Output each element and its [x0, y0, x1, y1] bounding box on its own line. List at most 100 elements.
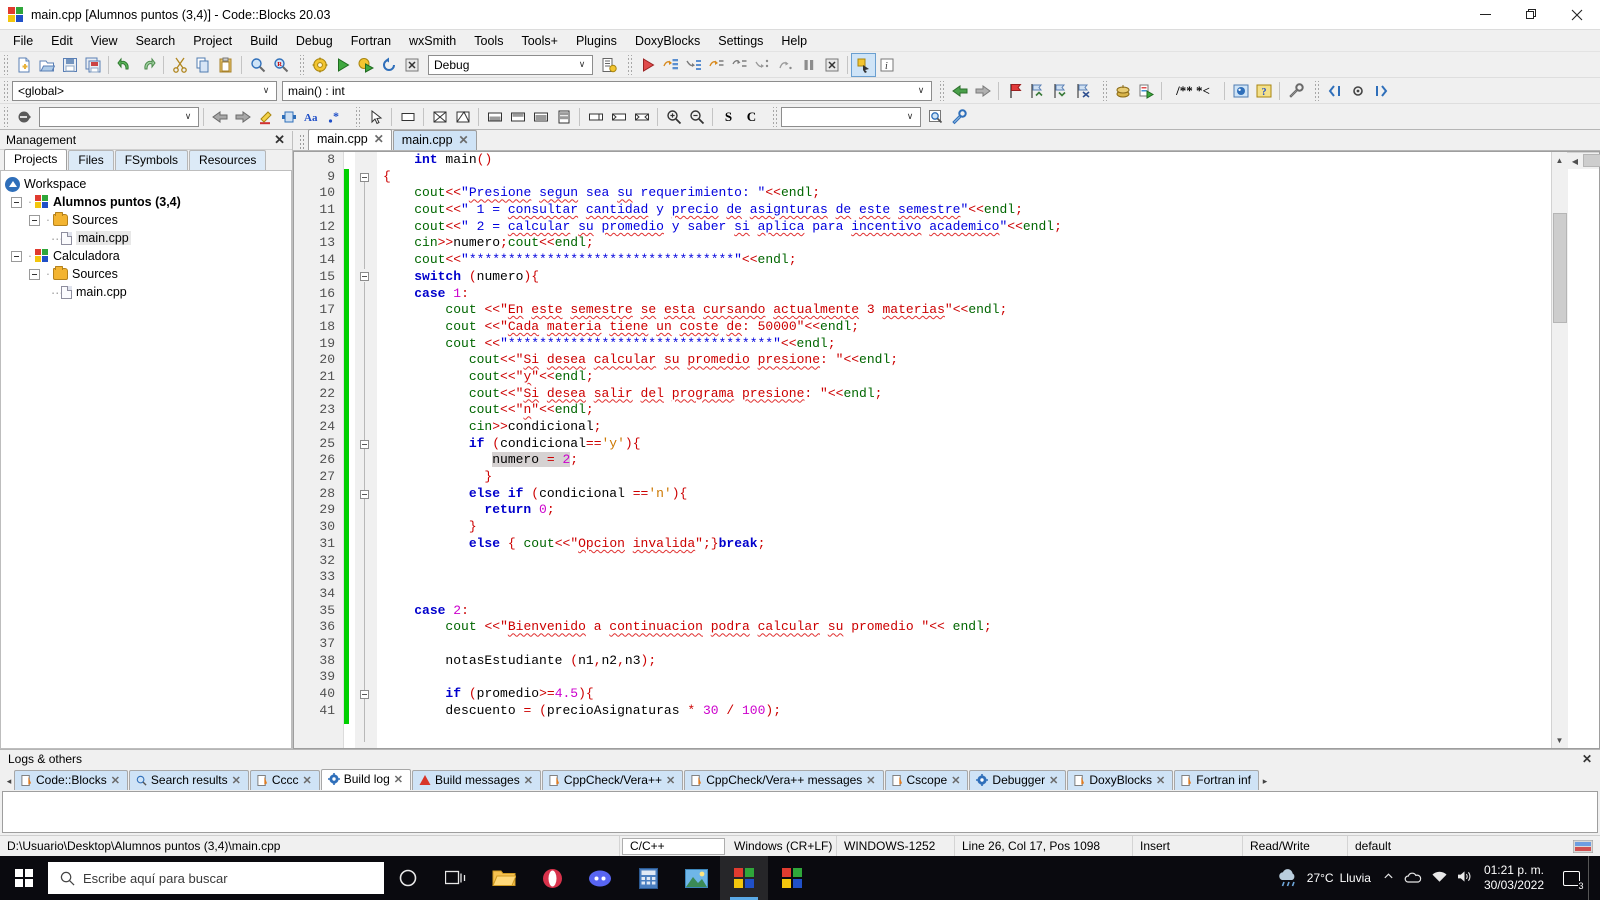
tree-item-main-cpp-2[interactable]: ⋯ main.cpp	[5, 283, 291, 301]
toggle-bookmark-icon[interactable]	[1003, 80, 1026, 102]
log-tab-cppcheck-vera-messages[interactable]: CppCheck/Vera++ messages ✕	[684, 770, 884, 790]
toolbar-grip[interactable]	[2, 80, 9, 101]
code-text[interactable]: int main() { cout<<"Presione segun sea s…	[377, 152, 1551, 748]
menu-debug[interactable]: Debug	[287, 32, 342, 50]
menu-tools-plus[interactable]: Tools+	[512, 32, 566, 50]
paste-icon[interactable]	[214, 54, 237, 76]
close-icon[interactable]: ✕	[374, 132, 384, 146]
scroll-track[interactable]	[1551, 168, 1568, 732]
zoom-out-icon[interactable]	[685, 106, 708, 128]
box-sizer-h-icon[interactable]	[483, 106, 506, 128]
minimize-button[interactable]	[1462, 0, 1508, 30]
help-icon[interactable]: ?	[1252, 80, 1275, 102]
step-into-instruction-icon[interactable]	[751, 54, 774, 76]
volume-icon[interactable]	[1457, 870, 1472, 886]
rebuild-icon[interactable]	[377, 54, 400, 76]
menu-tools[interactable]: Tools	[465, 32, 512, 50]
next-match-icon[interactable]	[231, 106, 254, 128]
tree-item-alumnos-puntos[interactable]: · Alumnos puntos (3,4)	[5, 193, 291, 211]
tree-item-sources-1[interactable]: · Sources	[5, 211, 291, 229]
logs-scroll-left-icon[interactable]: ◂	[4, 772, 14, 790]
close-icon[interactable]: ✕	[866, 774, 875, 787]
prev-match-icon[interactable]	[208, 106, 231, 128]
log-tab-cccc[interactable]: Cccc ✕	[249, 770, 320, 790]
scroll-left-icon[interactable]: ◀	[1567, 153, 1583, 169]
fold-toggle-icon[interactable]	[360, 272, 369, 281]
build-icon[interactable]	[308, 54, 331, 76]
discord-icon[interactable]	[576, 856, 624, 900]
flex-grid-sizer-icon[interactable]	[451, 106, 474, 128]
build-target-select[interactable]: Debug ∨	[428, 54, 593, 75]
log-tab-build-messages[interactable]: Build messages ✕	[411, 770, 541, 790]
scroll-up-icon[interactable]: ▲	[1551, 152, 1568, 168]
codeblocks-icon[interactable]	[720, 856, 768, 900]
tab-fsymbols[interactable]: FSymbols	[114, 150, 189, 170]
select-icon[interactable]	[277, 106, 300, 128]
log-tab-codeblocks[interactable]: Code::Blocks ✕	[14, 770, 128, 790]
doxyblocks-config-icon[interactable]	[1284, 80, 1307, 102]
menu-project[interactable]: Project	[184, 32, 241, 50]
box-sizer-v-icon[interactable]	[506, 106, 529, 128]
save-icon[interactable]	[58, 54, 81, 76]
cortana-icon[interactable]	[384, 856, 432, 900]
project-tree[interactable]: Workspace · Alumnos puntos (3,4) · Sourc…	[0, 170, 292, 749]
log-tab-debugger[interactable]: Debugger ✕	[969, 770, 1067, 790]
close-icon[interactable]: ✕	[1049, 774, 1058, 787]
tab-projects[interactable]: Projects	[4, 149, 68, 170]
stretch-spacer-icon[interactable]	[607, 106, 630, 128]
photos-icon[interactable]	[672, 856, 720, 900]
menu-build[interactable]: Build	[241, 32, 287, 50]
tab-files[interactable]: Files	[68, 150, 114, 170]
various-info-icon[interactable]: i	[875, 54, 898, 76]
step-into-icon[interactable]	[682, 54, 705, 76]
toolbar-grip[interactable]	[2, 54, 9, 75]
toolbar-grip[interactable]	[1313, 80, 1320, 101]
panel-icon[interactable]	[396, 106, 419, 128]
static-box-sizer-icon[interactable]	[529, 106, 552, 128]
tree-item-calculadora[interactable]: · Calculadora	[5, 247, 291, 265]
fortran-search-input[interactable]: ∨	[781, 106, 921, 127]
close-icon[interactable]: ✕	[1156, 774, 1165, 787]
log-tab-build-log[interactable]: Build log ✕	[320, 769, 411, 790]
network-icon[interactable]	[1432, 871, 1447, 886]
toolbar-grip[interactable]	[771, 106, 778, 127]
scroll-thumb[interactable]	[1552, 213, 1567, 323]
editor-horizontal-scrollbar[interactable]: ◀ ▶	[1567, 152, 1600, 169]
tree-item-workspace[interactable]: Workspace	[5, 175, 291, 193]
menu-fortran[interactable]: Fortran	[342, 32, 400, 50]
close-icon[interactable]: ✕	[232, 774, 241, 787]
doxyblocks-comment-button[interactable]: /** *<	[1166, 80, 1220, 102]
toolbar-grip[interactable]	[298, 54, 305, 75]
menu-wxsmith[interactable]: wxSmith	[400, 32, 465, 50]
spacer-icon[interactable]	[584, 106, 607, 128]
stop-debugger-icon[interactable]	[820, 54, 843, 76]
log-tab-doxyblocks[interactable]: DoxyBlocks ✕	[1067, 770, 1174, 790]
log-tab-search-results[interactable]: Search results ✕	[128, 770, 249, 790]
fold-toggle-icon[interactable]	[360, 490, 369, 499]
copy-icon[interactable]	[191, 54, 214, 76]
fortran-c-button[interactable]: C	[740, 106, 763, 128]
notification-center-button[interactable]	[1556, 856, 1586, 900]
show-desktop-button[interactable]	[1588, 856, 1596, 900]
weather-widget[interactable]: 27°C Lluvia	[1271, 856, 1377, 900]
close-icon[interactable]: ✕	[303, 774, 312, 787]
previous-bookmark-icon[interactable]	[1026, 80, 1049, 102]
menu-help[interactable]: Help	[772, 32, 816, 50]
save-all-icon[interactable]	[81, 54, 104, 76]
editor-tab-grip[interactable]	[299, 134, 304, 150]
back-icon[interactable]	[948, 80, 971, 102]
next-instruction-icon[interactable]	[728, 54, 751, 76]
grid-sizer-icon[interactable]	[428, 106, 451, 128]
doxyblocks-extract-icon[interactable]	[1134, 80, 1157, 102]
incremental-search-input[interactable]: ∨	[39, 106, 199, 127]
collapse-icon[interactable]	[29, 268, 40, 280]
scope-global-select[interactable]: <global> ∨	[12, 80, 277, 101]
build-log-output[interactable]	[2, 791, 1598, 833]
close-icon[interactable]: ✕	[1578, 752, 1596, 766]
fold-toggle-icon[interactable]	[360, 172, 369, 182]
menu-file[interactable]: File	[4, 32, 42, 50]
close-icon[interactable]: ✕	[524, 774, 533, 787]
collapse-icon[interactable]	[29, 214, 40, 226]
clear-search-icon[interactable]	[12, 106, 35, 128]
open-file-icon[interactable]	[35, 54, 58, 76]
